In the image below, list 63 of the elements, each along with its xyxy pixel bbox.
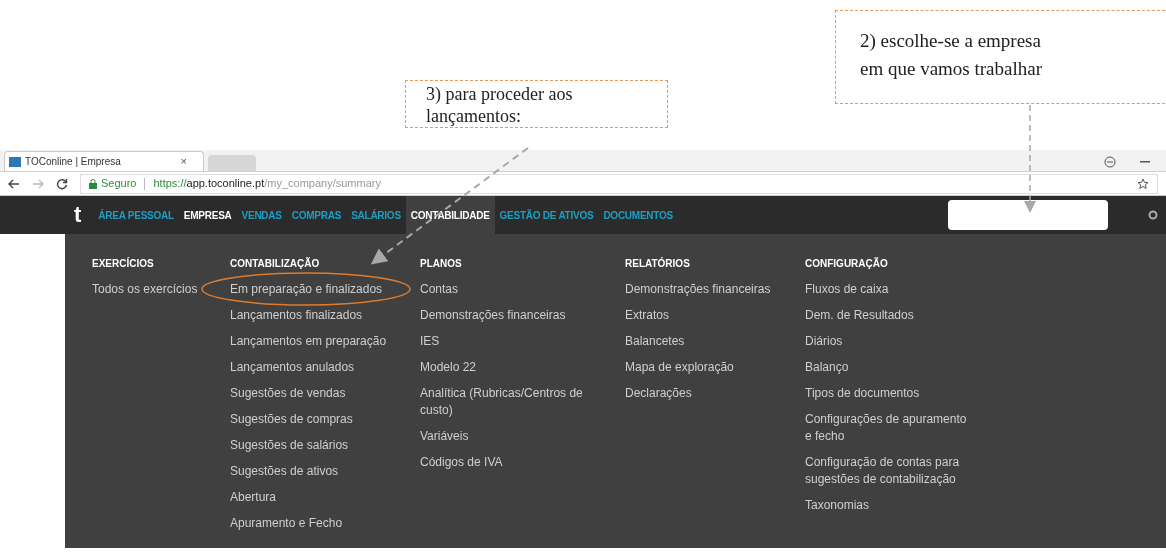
menu-item[interactable]: Lançamentos finalizados xyxy=(230,301,420,327)
menu-item[interactable]: Demonstrações financeiras xyxy=(625,275,805,301)
menu-item[interactable]: Dem. de Resultados xyxy=(805,301,995,327)
browser-tab[interactable]: TOConline | Empresa × xyxy=(4,151,204,171)
tab-close[interactable]: × xyxy=(180,153,187,170)
menu-item[interactable]: Balancetes xyxy=(625,327,805,353)
reload-icon[interactable] xyxy=(56,177,68,190)
annotation-line: 3) para proceder aos xyxy=(426,83,574,105)
menu-item[interactable]: Diários xyxy=(805,327,995,353)
menu-item[interactable]: Mapa de exploração xyxy=(625,353,805,379)
menu-item[interactable]: Variáveis xyxy=(420,422,625,448)
menu-item[interactable]: Códigos de IVA xyxy=(420,448,625,474)
menu-item[interactable]: Sugestões de vendas xyxy=(230,379,420,405)
app-logo[interactable]: t xyxy=(74,204,82,226)
menu-item[interactable]: Tipos de documentos xyxy=(805,379,995,405)
menu-item[interactable]: Demonstrações financeiras xyxy=(420,301,625,327)
menu-item[interactable]: Lançamentos em preparação xyxy=(230,327,420,353)
nav-item[interactable]: SALÁRIOS xyxy=(346,196,406,234)
address-bar[interactable]: Seguro https://app.toconline.pt/my_company/summary xyxy=(80,173,1158,194)
url-text: https://app.toconline.pt/my_company/summary xyxy=(153,176,381,192)
menu-item[interactable]: Todos os exercícios xyxy=(92,275,230,301)
minimize-icon[interactable] xyxy=(1140,161,1150,163)
menu-item[interactable]: Sugestões de salários xyxy=(230,431,420,457)
lock-icon xyxy=(89,178,97,189)
star-icon[interactable] xyxy=(1137,177,1149,190)
tab-title: TOConline | Empresa xyxy=(25,155,121,169)
menu-item[interactable]: Abertura xyxy=(230,483,420,509)
annotation-line: em que vamos trabalhar xyxy=(860,57,1043,81)
menu-item[interactable]: Contas xyxy=(420,275,625,301)
menu-item[interactable]: Taxonomias xyxy=(805,491,995,517)
nav-item[interactable]: ÁREA PESSOAL xyxy=(93,196,179,234)
menu-item[interactable]: Modelo 22 xyxy=(420,353,625,379)
annotation-line: lançamentos: xyxy=(426,105,522,127)
menu-item[interactable]: Extratos xyxy=(625,301,805,327)
settings-icon[interactable] xyxy=(1148,210,1158,220)
menu-item[interactable]: Em preparação e finalizados xyxy=(230,275,420,301)
nav-item[interactable]: EMPRESA xyxy=(178,196,237,234)
favicon-icon xyxy=(9,156,21,167)
menu-heading: CONFIGURAÇÃO xyxy=(805,256,889,271)
back-icon[interactable] xyxy=(8,178,20,189)
menu-heading: EXERCÍCIOS xyxy=(92,256,155,271)
nav-item[interactable]: COMPRAS xyxy=(286,196,347,234)
menu-heading: PLANOS xyxy=(420,257,463,271)
menu-item[interactable]: Fluxos de caixa xyxy=(805,275,995,301)
account-icon[interactable] xyxy=(1104,156,1116,168)
menu-item[interactable]: Lançamentos anulados xyxy=(230,353,420,379)
nav-item[interactable]: CONTABILIDADE xyxy=(405,196,495,234)
menu-heading: RELATÓRIOS xyxy=(625,256,691,271)
menu-heading: CONTABILIZAÇÃO xyxy=(230,256,321,271)
menu-item[interactable]: Configurações de apuramento e fecho xyxy=(805,405,995,448)
annotation-line: 2) escolhe-se a empresa xyxy=(860,29,1042,53)
menu-item[interactable]: Balanço xyxy=(805,353,995,379)
menu-item[interactable]: IES xyxy=(420,327,625,353)
security-label: Seguro xyxy=(101,176,137,192)
menu-item[interactable]: Apuramento e Fecho xyxy=(230,509,420,535)
menu-item[interactable]: Sugestões de ativos xyxy=(230,457,420,483)
nav-item[interactable]: DOCUMENTOS xyxy=(598,196,678,234)
menu-item[interactable]: Configuração de contas para sugestões de contabilização xyxy=(805,448,995,491)
nav-item[interactable]: GESTÃO DE ATIVOS xyxy=(494,196,599,234)
menu-item[interactable]: Declarações xyxy=(625,379,805,405)
menu-item[interactable]: Analítica (Rubricas/Centros de custo) xyxy=(420,379,625,422)
menu-item[interactable]: Sugestões de compras xyxy=(230,405,420,431)
nav-item[interactable]: VENDAS xyxy=(236,196,287,234)
